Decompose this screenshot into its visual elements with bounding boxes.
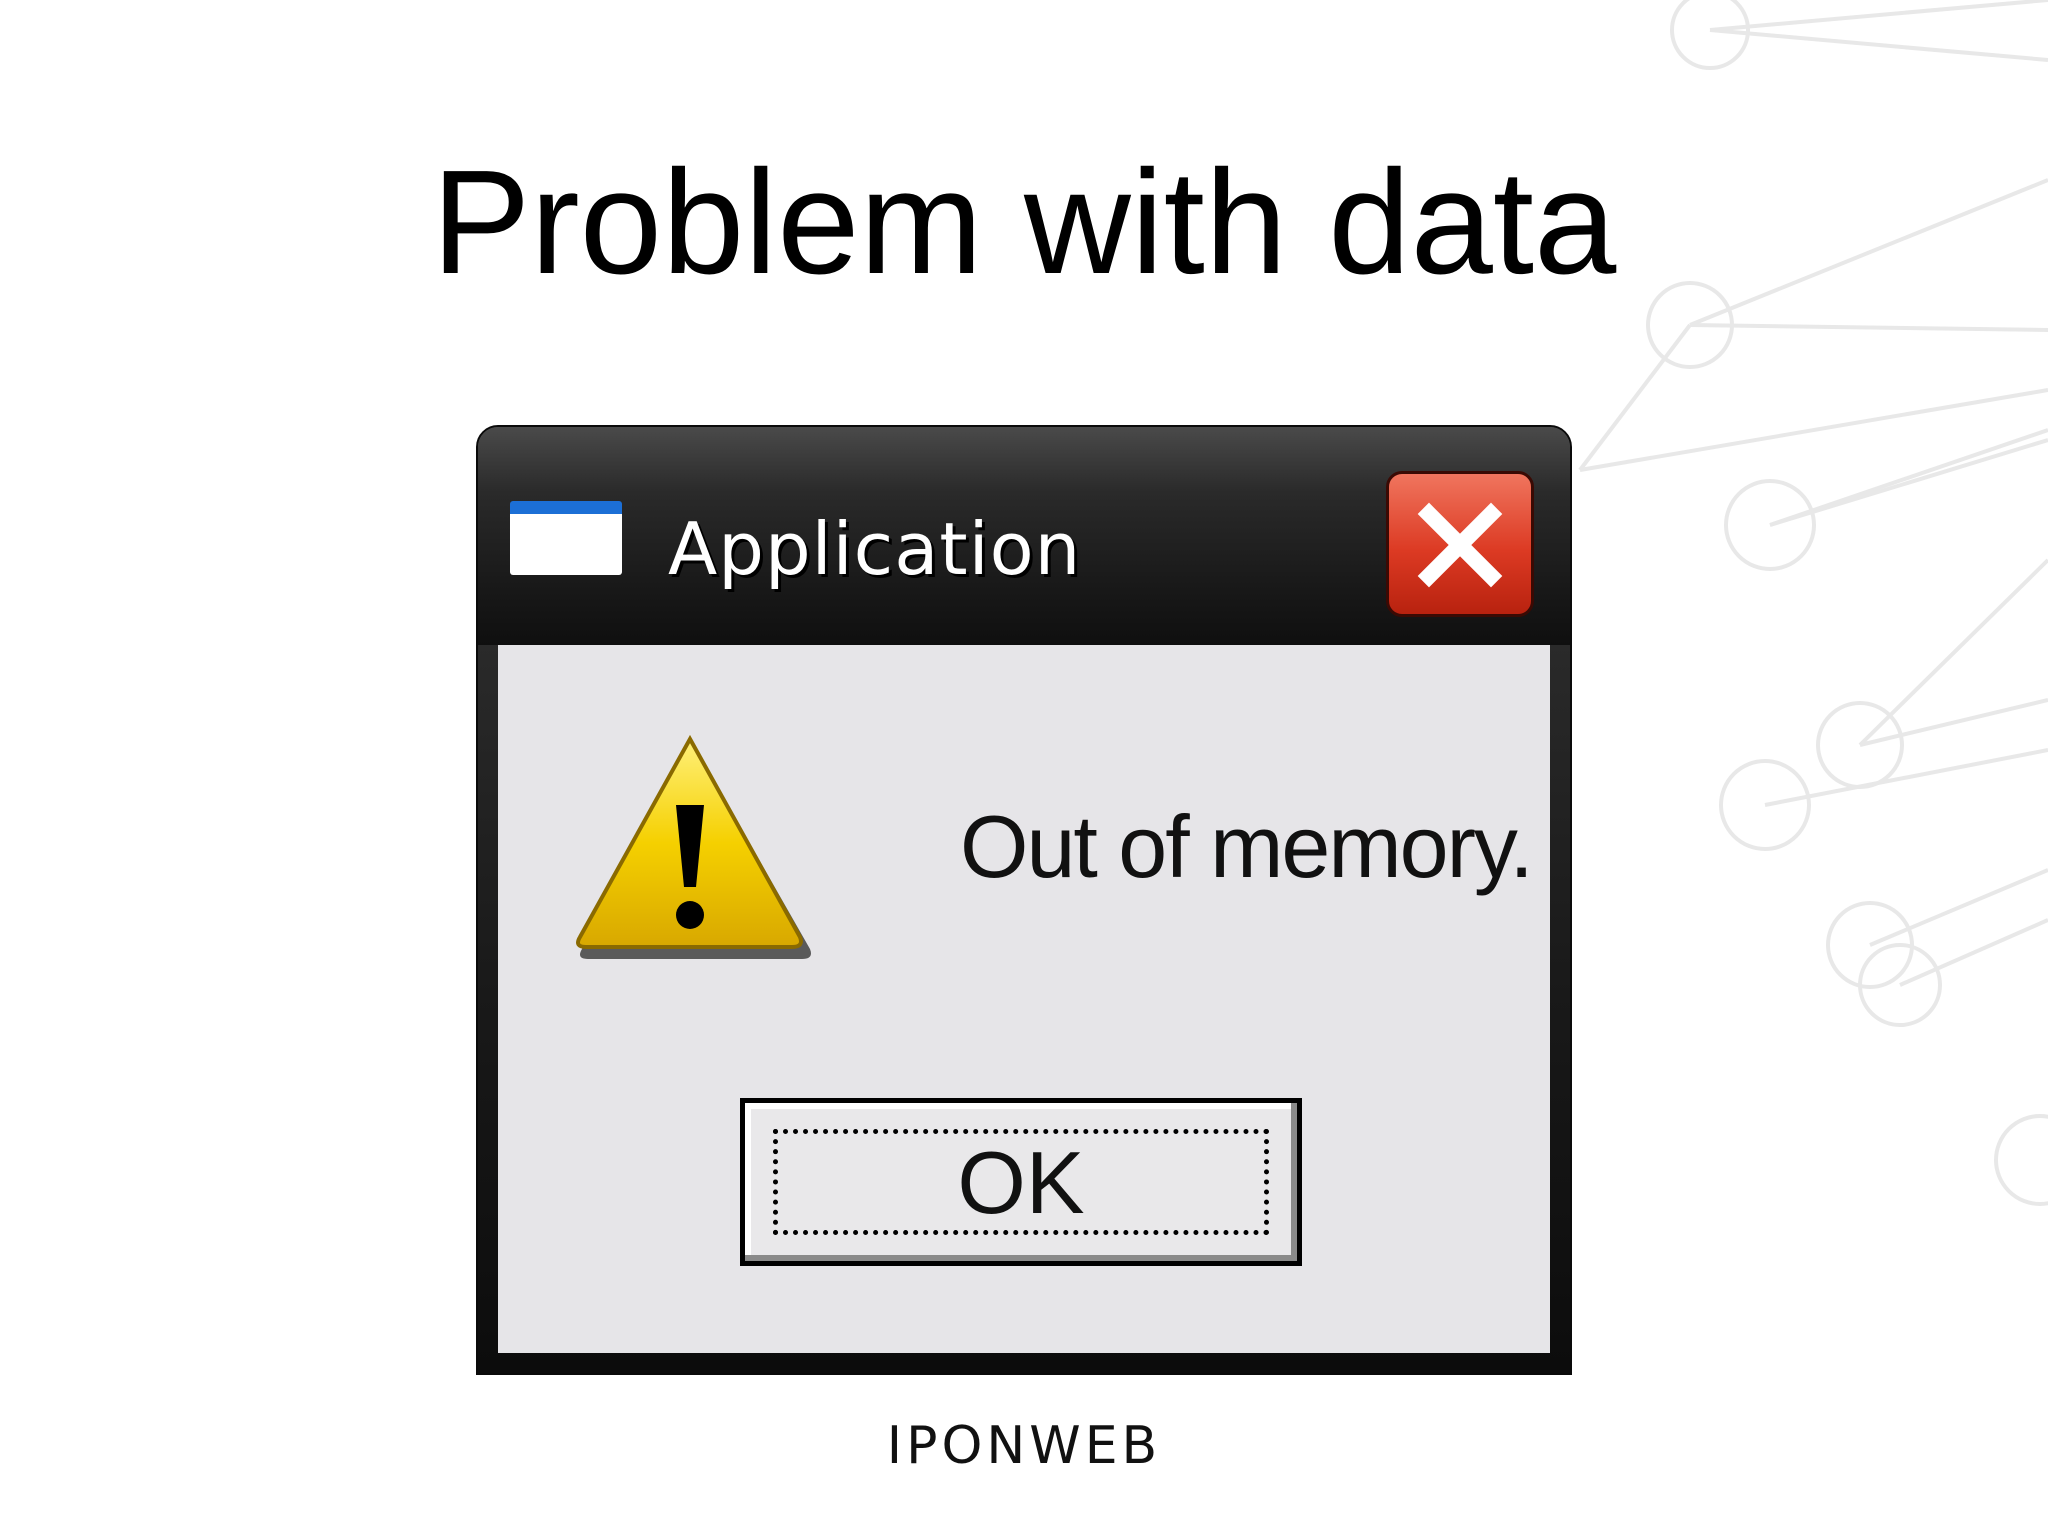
ok-button-label: OK: [957, 1133, 1085, 1232]
window-icon: [510, 501, 622, 575]
brand-logo: IPONWEB: [886, 1416, 1162, 1476]
slide-title: Problem with data: [431, 140, 1617, 305]
dialog-title: Application: [668, 507, 1082, 591]
dialog-message: Out of memory.: [960, 797, 1534, 896]
close-icon: [1417, 502, 1503, 588]
dialog-title-bar[interactable]: Application: [478, 427, 1570, 645]
close-button[interactable]: [1386, 471, 1534, 617]
warning-icon: [576, 734, 811, 959]
ok-button[interactable]: OK: [740, 1098, 1302, 1266]
